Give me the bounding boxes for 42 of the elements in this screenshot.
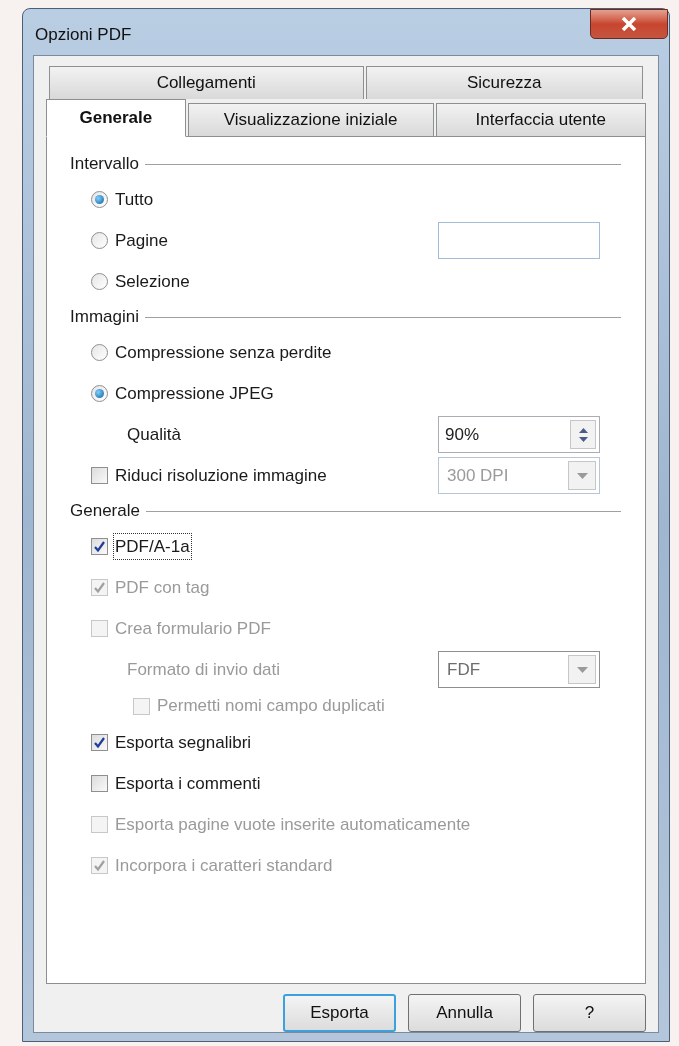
checkbox[interactable] bbox=[91, 467, 108, 484]
spin-field[interactable]: 90% bbox=[438, 416, 600, 453]
option-label: PDF con tag bbox=[114, 576, 211, 599]
checkbox[interactable] bbox=[91, 538, 108, 555]
option-label: Formato di invio dati bbox=[126, 658, 282, 681]
checkbox[interactable] bbox=[91, 734, 108, 751]
option-label: Compressione JPEG bbox=[114, 382, 275, 405]
radio-button[interactable] bbox=[91, 232, 108, 249]
window-title: Opzioni PDF bbox=[35, 24, 132, 46]
radio-button[interactable] bbox=[91, 385, 108, 402]
option-label: Riduci risoluzione immagine bbox=[114, 464, 328, 487]
section-title: Generale bbox=[70, 500, 140, 523]
input-field[interactable] bbox=[438, 222, 600, 259]
dialog-button[interactable]: Annulla bbox=[408, 994, 521, 1032]
option-label: Esporta pagine vuote inserite automaticamente bbox=[114, 813, 472, 836]
tab[interactable]: Collegamenti bbox=[49, 66, 364, 99]
spin-arrows-icon[interactable] bbox=[570, 420, 596, 449]
section-title: Immagini bbox=[70, 306, 139, 329]
section-title: Intervallo bbox=[70, 153, 139, 176]
radio-button[interactable] bbox=[91, 191, 108, 208]
option-label: Tutto bbox=[114, 188, 155, 211]
option-label: Compressione senza perdite bbox=[114, 341, 333, 364]
option-label: Pagine bbox=[114, 229, 169, 252]
tab[interactable]: Visualizzazione iniziale bbox=[187, 103, 434, 136]
tab[interactable]: Generale bbox=[46, 99, 186, 137]
dialog-button[interactable]: ? bbox=[533, 994, 646, 1032]
option-label: Esporta i commenti bbox=[114, 772, 262, 795]
tab[interactable]: Sicurezza bbox=[365, 66, 643, 99]
option-label: Incorpora i caratteri standard bbox=[114, 854, 334, 877]
checkbox[interactable] bbox=[91, 775, 108, 792]
option-label: Qualità bbox=[126, 423, 182, 446]
option-label: Esporta segnalibri bbox=[114, 731, 253, 754]
tab[interactable]: Interfaccia utente bbox=[435, 103, 646, 136]
dialog-button[interactable]: Esporta bbox=[283, 994, 396, 1032]
close-button[interactable] bbox=[590, 9, 668, 39]
option-label: Permetti nomi campo duplicati bbox=[156, 695, 386, 718]
radio-button[interactable] bbox=[91, 344, 108, 361]
close-icon bbox=[621, 17, 637, 31]
option-label: PDF/A-1a bbox=[114, 533, 191, 560]
radio-button[interactable] bbox=[91, 273, 108, 290]
option-label: Selezione bbox=[114, 270, 191, 293]
option-label: Crea formulario PDF bbox=[114, 617, 272, 640]
